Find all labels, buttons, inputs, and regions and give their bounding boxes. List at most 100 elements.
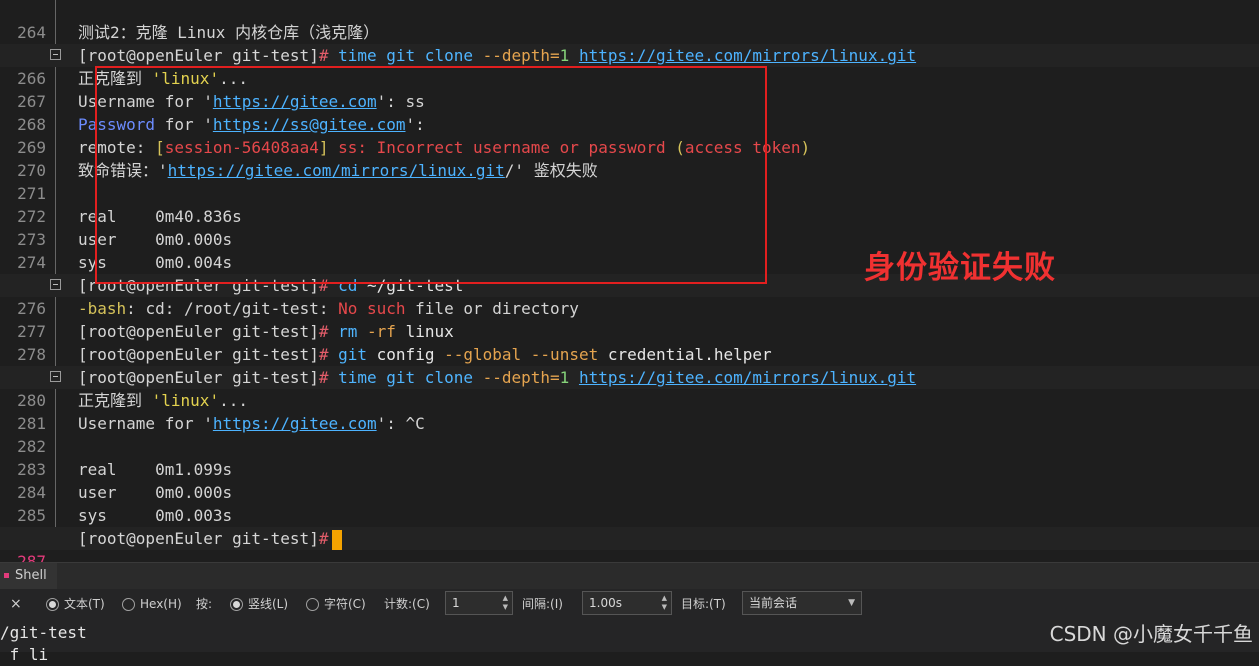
indent-guide (55, 389, 56, 412)
target-label: 目标:(T) (681, 597, 726, 611)
number: 1 (559, 46, 570, 65)
shell-prompt: [root@openEuler git-test] (78, 368, 319, 387)
output-line: /git-test (0, 623, 87, 642)
number: 1 (559, 368, 570, 387)
shell-prompt: [root@openEuler git-test] (78, 46, 319, 65)
radio-hex[interactable]: Hex(H) (122, 595, 182, 613)
close-icon[interactable]: × (10, 595, 22, 613)
code-line: 283 (0, 435, 1259, 479)
radio-text[interactable]: 文本(T) (46, 595, 105, 613)
indent-guide (55, 182, 56, 205)
code-line: 286 sys 0m0.003s (0, 504, 1259, 548)
code-line: 279 [root@openEuler git-test]# git confi… (0, 343, 1259, 387)
shell-prompt: [root@openEuler git-test] (78, 529, 319, 548)
code-line: 281 正克隆到 'linux'... (0, 389, 1259, 433)
radio-label: 文本(T) (64, 597, 105, 611)
code-line: 278 [root@openEuler git-test]# rm -rf li… (0, 320, 1259, 364)
tab-shell[interactable]: Shell (0, 563, 57, 589)
argument: credential.helper (607, 345, 772, 364)
command: rm (338, 322, 358, 341)
radio-icon (122, 598, 135, 611)
target-value: 当前会话 (749, 596, 798, 610)
send-toolbar: × 文本(T) Hex(H) 按: 竖线(L) 字符(C) 计数:(C) 1 ▲ ▼… (0, 589, 1259, 619)
code-line: 285 user 0m0.000s (0, 481, 1259, 525)
url-link[interactable]: https://gitee.com/mirrors/linux.git (579, 368, 916, 387)
fold-collapse-icon[interactable] (50, 371, 61, 382)
interval-stepper[interactable]: 1.00s ▲ ▼ (582, 591, 672, 615)
count-value: 1 (452, 596, 460, 610)
bracket: ) (800, 138, 811, 157)
radio-label: 字符(C) (324, 597, 366, 611)
prompt-hash: # (318, 529, 329, 548)
line-text: [root@openEuler git-test]# git config --… (78, 343, 772, 366)
indent-guide (55, 67, 56, 90)
radio-label: Hex(H) (140, 597, 182, 611)
indent-guide (55, 504, 56, 527)
radio-char[interactable]: 字符(C) (306, 595, 366, 613)
command: git (338, 345, 368, 364)
option: --global --unset (444, 345, 599, 364)
code-line: 266 [root@openEuler git-test]# time git … (0, 44, 1259, 88)
fold-collapse-icon[interactable] (50, 279, 61, 290)
count-stepper[interactable]: 1 ▲ ▼ (445, 591, 513, 615)
indent-guide (55, 159, 56, 182)
plain-text: ... (219, 391, 248, 410)
indent-guide (55, 343, 56, 366)
prompt-hash: # (318, 46, 329, 65)
command: time git clone (338, 46, 473, 65)
tab-indicator-icon (4, 573, 9, 578)
url-link[interactable]: https://gitee.com (213, 414, 377, 433)
prompt-hash: # (318, 368, 329, 387)
error-text: No such (338, 299, 406, 318)
plain-text: -bash (78, 299, 127, 318)
string: 'linux' (151, 391, 220, 410)
indent-guide (55, 205, 56, 228)
plain-text: ': ^C (376, 414, 425, 433)
fold-collapse-icon[interactable] (50, 49, 61, 60)
argument: config (376, 345, 435, 364)
panel-tab-bar: Shell (0, 562, 1259, 589)
interval-label: 间隔:(I) (522, 597, 563, 611)
line-text: user 0m0.000s (78, 483, 233, 502)
annotation-label: 身份验证失败 (864, 250, 1056, 286)
text-cursor (332, 529, 343, 550)
indent-guide (55, 297, 56, 320)
option: -rf (367, 322, 396, 341)
shell-prompt: [root@openEuler git-test] (78, 345, 319, 364)
prompt-hash: # (318, 345, 329, 364)
line-number: 287 (17, 552, 46, 562)
bottom-panel: Shell × 文本(T) Hex(H) 按: 竖线(L) 字符(C) 计数:(… (0, 562, 1259, 664)
radio-line[interactable]: 竖线(L) (230, 595, 288, 613)
line-text: 测试2：克隆 Linux 内核仓库（浅克隆） (78, 23, 380, 42)
code-line: 264 (0, 0, 1259, 42)
output-line: f li (0, 645, 49, 664)
option: --depth= (482, 368, 560, 387)
plain-text: file or directory (405, 299, 579, 318)
stepper-arrows-icon[interactable]: ▲ ▼ (503, 594, 508, 612)
code-line: 284 real 0m1.099s (0, 458, 1259, 502)
count-label: 计数:(C) (384, 597, 430, 611)
command: time git clone (338, 368, 473, 387)
radio-label: 竖线(L) (248, 597, 289, 611)
terminal-editor[interactable]: 264 265 测试2：克隆 Linux 内核仓库（浅克隆） 266 [root… (0, 0, 1259, 562)
argument: linux (405, 322, 454, 341)
indent-guide (55, 90, 56, 113)
stepper-arrows-icon[interactable]: ▲ ▼ (662, 594, 667, 612)
indent-guide (55, 412, 56, 435)
shell-prompt: [root@openEuler git-test] (78, 322, 319, 341)
indent-guide (55, 21, 56, 44)
plain-text: : cd: /root/git-test: (126, 299, 339, 318)
indent-guide (55, 251, 56, 274)
option: --depth= (482, 46, 560, 65)
chevron-down-icon: ▼ (848, 598, 855, 608)
line-text: [root@openEuler git-test]# time git clon… (78, 366, 916, 389)
indent-guide (55, 320, 56, 343)
line-text: real 0m1.099s (78, 460, 233, 479)
code-line: 282 Username for 'https://gitee.com': ^C (0, 412, 1259, 456)
line-text: sys 0m0.003s (78, 506, 233, 525)
indent-guide (55, 458, 56, 481)
target-select[interactable]: 当前会话 ▼ (742, 591, 862, 615)
plain-text: 正克隆到 (78, 391, 152, 410)
url-link[interactable]: https://gitee.com/mirrors/linux.git (579, 46, 916, 65)
indent-guide (55, 136, 56, 159)
